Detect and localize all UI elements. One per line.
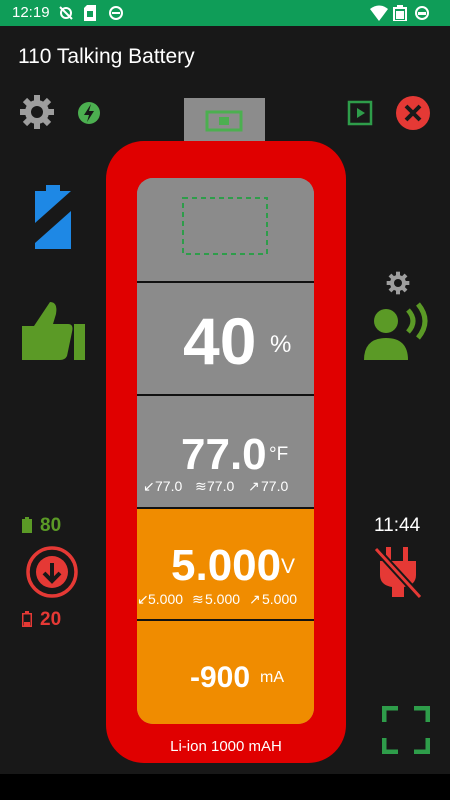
- temperature-avg-icon: ≋: [195, 478, 207, 494]
- thumbs-up-icon[interactable]: [20, 300, 86, 367]
- sim-card-icon: [84, 5, 96, 24]
- battery-segments: 40 % 77.0 °F ↙ 77.0 ≋ 77.0 ↗ 77.0 5.000 …: [137, 178, 314, 724]
- battery-full-icon: [393, 5, 407, 24]
- temperature-unit: °F: [269, 444, 289, 465]
- current-value: -900: [190, 661, 251, 694]
- gear-icon[interactable]: [19, 94, 55, 135]
- wifi-icon: [370, 5, 388, 24]
- voltage-value: 5.000: [171, 541, 282, 590]
- segment-voltage: 5.000 V ↙ 5.000 ≋ 5.000 ↗ 5.000: [137, 509, 314, 619]
- temperature-min-icon: ↙: [143, 478, 155, 494]
- temperature-min: 77.0: [155, 478, 183, 494]
- play-box-icon[interactable]: [347, 100, 373, 131]
- status-time: 12:19: [12, 4, 50, 21]
- status-bar: 12:19: [0, 0, 450, 26]
- temperature-max-icon: ↗: [248, 478, 260, 494]
- temperature-avg: 77.0: [207, 478, 235, 494]
- person-speaking-icon[interactable]: [364, 302, 432, 365]
- fullscreen-icon[interactable]: [381, 705, 431, 759]
- segment-level: 40 %: [137, 283, 314, 394]
- segment-screen: [137, 178, 314, 281]
- voltage-min-icon: ↙: [137, 591, 149, 607]
- voltage-max-icon: ↗: [249, 591, 261, 607]
- screen-icon[interactable]: [205, 110, 243, 137]
- temperature-value: 77.0: [181, 430, 267, 479]
- no-alarm-icon: [58, 5, 74, 24]
- segment-temperature: 77.0 °F ↙ 77.0 ≋ 77.0 ↗ 77.0: [137, 396, 314, 507]
- leaf-bolt-icon[interactable]: [76, 100, 102, 131]
- close-circle-icon[interactable]: [395, 95, 431, 136]
- app-title: 110 Talking Battery: [18, 45, 195, 68]
- clock-time: 11:44: [374, 515, 421, 536]
- battery-half-icon[interactable]: [35, 185, 71, 254]
- circle-icon: [414, 5, 430, 24]
- high-threshold[interactable]: 80: [40, 515, 61, 537]
- battery-low-icon: [22, 611, 32, 632]
- battery-high-icon: [22, 517, 32, 538]
- battery-level-unit: %: [270, 331, 292, 358]
- low-threshold[interactable]: 20: [40, 609, 61, 631]
- down-arrow-circle-icon[interactable]: [23, 543, 81, 606]
- voltage-avg-icon: ≋: [192, 591, 204, 607]
- navigation-bar: [0, 774, 450, 800]
- temperature-max: 77.0: [261, 478, 289, 494]
- power-plug-off-icon[interactable]: [373, 545, 423, 604]
- voltage-avg: 5.000: [205, 591, 241, 607]
- battery-type-label: Li-ion 1000 mAH: [170, 738, 282, 755]
- voltage-max: 5.000: [262, 591, 298, 607]
- voltage-unit: V: [281, 555, 296, 578]
- voltage-min: 5.000: [148, 591, 184, 607]
- current-unit: mA: [260, 669, 284, 686]
- segment-current: -900 mA: [137, 621, 314, 724]
- battery-level-value: 40: [183, 304, 257, 378]
- battery-cap: [184, 98, 265, 144]
- sync-icon: [108, 5, 124, 24]
- voice-settings-gear-icon[interactable]: [386, 271, 410, 300]
